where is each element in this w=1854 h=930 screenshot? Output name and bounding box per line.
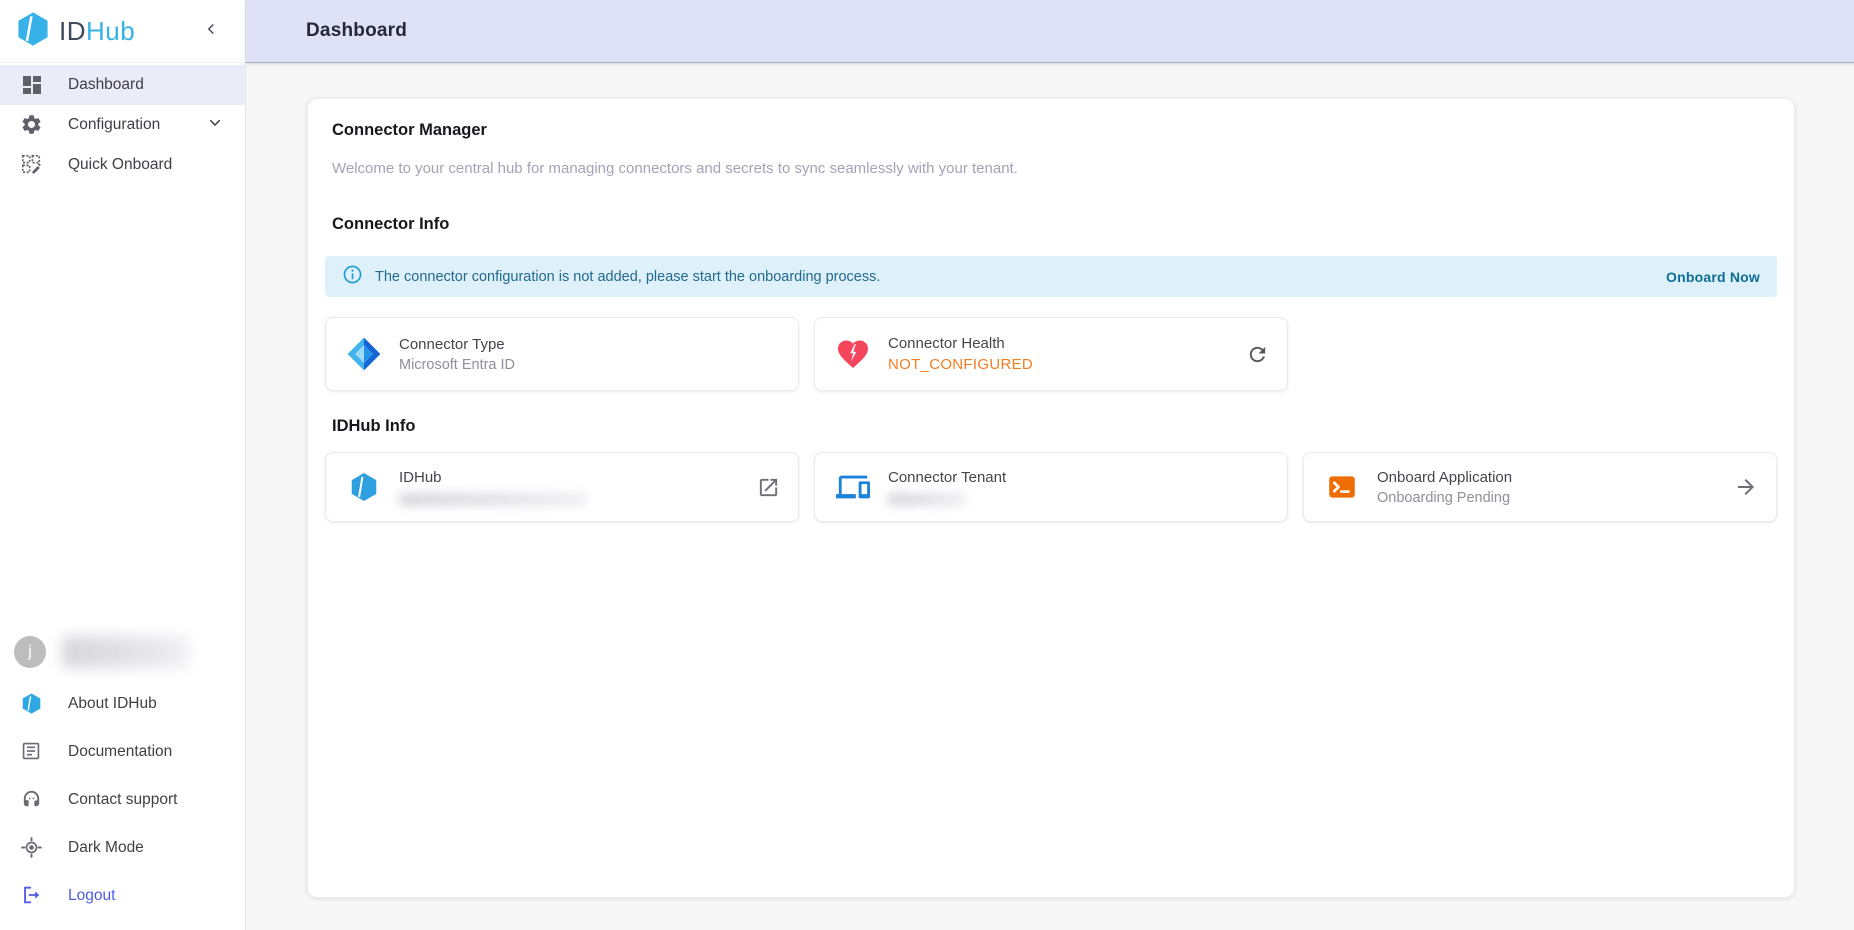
onboarding-banner: The connector configuration is not added… [325,256,1777,297]
footer-item-label: Documentation [68,743,172,761]
article-icon [20,740,44,764]
card-title: IDHub [399,469,587,486]
sidebar-nav: Dashboard Configuration [0,63,245,185]
footer-item-label: About IDHub [68,695,157,713]
page-title: Dashboard [306,20,407,42]
brand-name: IDHub [59,16,135,47]
sidebar-item-dark-mode[interactable]: Dark Mode [0,824,245,872]
main-area: Dashboard Connector Manager Welcome to y… [246,0,1854,930]
content: Connector Manager Welcome to your centra… [246,63,1854,930]
banner-message: The connector configuration is not added… [375,269,880,285]
logout-icon [20,884,44,908]
chevron-down-icon [207,115,223,136]
terminal-icon [1322,470,1362,504]
gear-icon [20,113,44,137]
brightness-icon [20,836,44,860]
dashboard-grid-icon [20,73,44,97]
app-root: IDHub Dashboard Configuration [0,0,1854,930]
sidebar-item-quick-onboard[interactable]: Quick Onboard [0,145,245,185]
idhub-url-redacted [399,493,587,506]
logo-row: IDHub [0,0,245,63]
connector-info-cards: Connector Type Microsoft Entra ID [325,317,1777,391]
connector-type-card: Connector Type Microsoft Entra ID [325,317,799,391]
microsoft-entra-id-icon [344,335,384,373]
onboard-now-button[interactable]: Onboard Now [1666,269,1760,285]
sidebar-item-dashboard[interactable]: Dashboard [0,65,245,105]
sidebar-item-contact-support[interactable]: Contact support [0,776,245,824]
idhub-info-heading: IDHub Info [332,417,1777,436]
idhub-info-cards: IDHub Connector Tenant [325,452,1777,522]
sidebar-item-label: Dashboard [68,76,144,94]
connector-tenant-card: Connector Tenant [814,452,1288,522]
user-row[interactable]: j [0,624,245,680]
open-in-new-icon[interactable] [757,476,780,499]
onboard-application-card[interactable]: Onboard Application Onboarding Pending [1303,452,1777,522]
connector-health-card: Connector Health NOT_CONFIGURED [814,317,1288,391]
brand-logo: IDHub [14,10,135,53]
onboarding-status: Onboarding Pending [1377,490,1512,506]
sidebar-item-documentation[interactable]: Documentation [0,728,245,776]
headset-icon [20,788,44,812]
user-name-redacted [62,636,188,668]
topbar: Dashboard [246,0,1854,63]
connector-health-status: NOT_CONFIGURED [888,356,1033,373]
sidebar: IDHub Dashboard Configuration [0,0,246,930]
panel-subtitle: Welcome to your central hub for managing… [332,160,1777,177]
card-title: Onboard Application [1377,469,1512,486]
card-title: Connector Health [888,335,1033,352]
sidebar-collapse-button[interactable] [197,17,225,45]
panel-title: Connector Manager [332,121,1777,140]
refresh-icon[interactable] [1246,343,1269,366]
chevron-left-icon [202,20,220,43]
sidebar-item-logout[interactable]: Logout [0,872,245,920]
info-circle-icon [342,264,363,290]
sidebar-item-label: Quick Onboard [68,156,172,174]
broken-heart-icon [833,336,873,372]
footer-item-label: Dark Mode [68,839,144,857]
hexagon-idhub-icon [20,692,44,716]
card-title: Connector Type [399,336,515,353]
sidebar-item-label: Configuration [68,116,160,134]
avatar: j [14,636,46,668]
grid-edit-icon [20,153,44,177]
hexagon-logo-icon [14,10,52,53]
sidebar-item-configuration[interactable]: Configuration [0,105,245,145]
connector-type-value: Microsoft Entra ID [399,357,515,373]
arrow-right-icon[interactable] [1734,475,1758,499]
card-title: Connector Tenant [888,469,1006,486]
footer-item-label: Logout [68,887,115,905]
connector-info-heading: Connector Info [332,215,1777,234]
sidebar-item-about-idhub[interactable]: About IDHub [0,680,245,728]
hexagon-idhub-icon [344,471,384,503]
tenant-value-redacted [888,493,966,506]
sidebar-bottom: j About IDHub Documentation [0,624,245,930]
connector-manager-panel: Connector Manager Welcome to your centra… [307,98,1795,898]
idhub-card: IDHub [325,452,799,522]
devices-icon [833,470,873,504]
footer-item-label: Contact support [68,791,177,809]
